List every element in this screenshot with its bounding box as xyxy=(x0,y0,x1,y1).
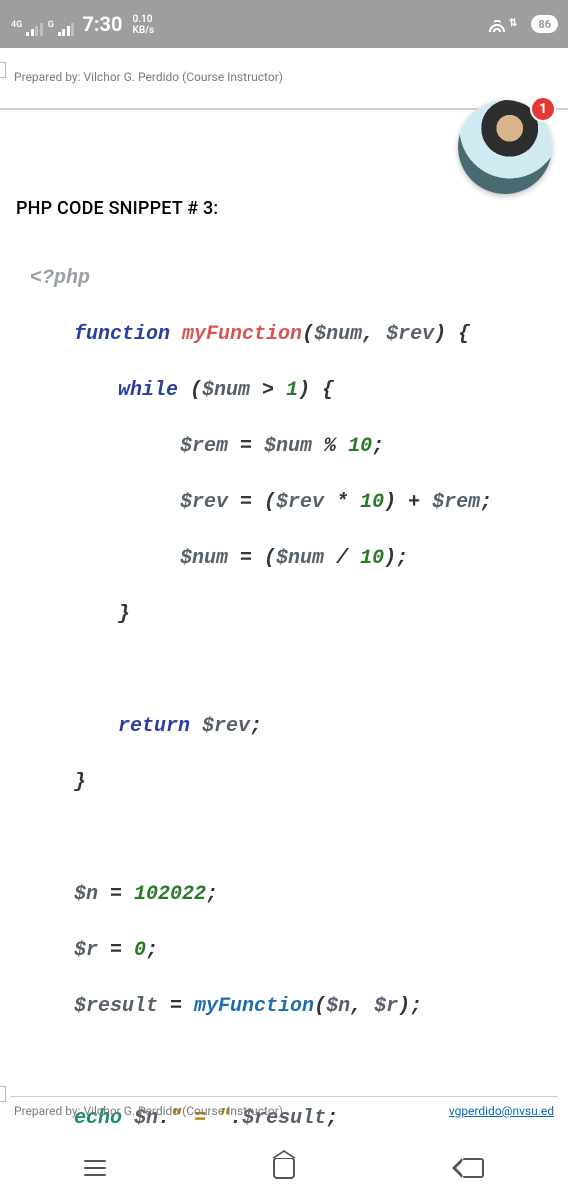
net-speed: 0.10 KB/s xyxy=(132,14,154,36)
net-speed-unit: KB/s xyxy=(132,25,154,36)
footer-divider xyxy=(10,1096,558,1097)
android-nav-bar xyxy=(0,1136,568,1200)
network-type-2: G xyxy=(48,21,54,30)
battery-pill: 86 xyxy=(531,15,558,33)
php-open-tag: <?php xyxy=(30,267,90,290)
network-type-1: 4G xyxy=(11,21,22,30)
recent-apps-button[interactable] xyxy=(81,1154,109,1182)
profile-avatar-wrap[interactable]: 1 xyxy=(458,100,552,194)
page-corner-stub xyxy=(0,62,6,78)
prepared-by-top: Prepared by: Vilchor G. Perdido (Course … xyxy=(14,70,554,84)
back-icon xyxy=(462,1158,484,1178)
android-status-bar: 4G G 7:30 0.10 KB/s 86 xyxy=(0,0,568,48)
code-snippet-heading: PHP CODE SNIPPET # 3: xyxy=(16,198,558,219)
back-button[interactable] xyxy=(459,1154,487,1182)
notification-badge[interactable]: 1 xyxy=(530,96,556,122)
hamburger-icon xyxy=(84,1167,106,1169)
wifi-icon xyxy=(487,16,507,32)
status-left: 4G G 7:30 0.10 KB/s xyxy=(10,12,154,36)
signal-bars-1 xyxy=(26,23,43,36)
status-right: 86 xyxy=(487,15,558,33)
home-icon xyxy=(273,1157,295,1179)
net-speed-value: 0.10 xyxy=(132,14,154,25)
signal-bars-2 xyxy=(58,23,75,36)
clock: 7:30 xyxy=(82,12,122,36)
footer-email-link[interactable]: vgperdido@nvsu.ed xyxy=(449,1104,554,1118)
php-code-block: <?php function myFunction($num, $rev) { … xyxy=(10,237,558,1136)
page-corner-stub-bottom xyxy=(0,1086,6,1102)
home-button[interactable] xyxy=(270,1154,298,1182)
page-footer: Prepared by: Vilchor G. Perdido (Course … xyxy=(0,1096,568,1118)
prepared-by-bottom: Prepared by: Vilchor G. Perdido (Course … xyxy=(14,1104,283,1118)
page-body: PHP CODE SNIPPET # 3: <?php function myF… xyxy=(0,110,568,1136)
document-viewport[interactable]: Prepared by: Vilchor G. Perdido (Course … xyxy=(0,48,568,1136)
page-header: Prepared by: Vilchor G. Perdido (Course … xyxy=(0,48,568,110)
